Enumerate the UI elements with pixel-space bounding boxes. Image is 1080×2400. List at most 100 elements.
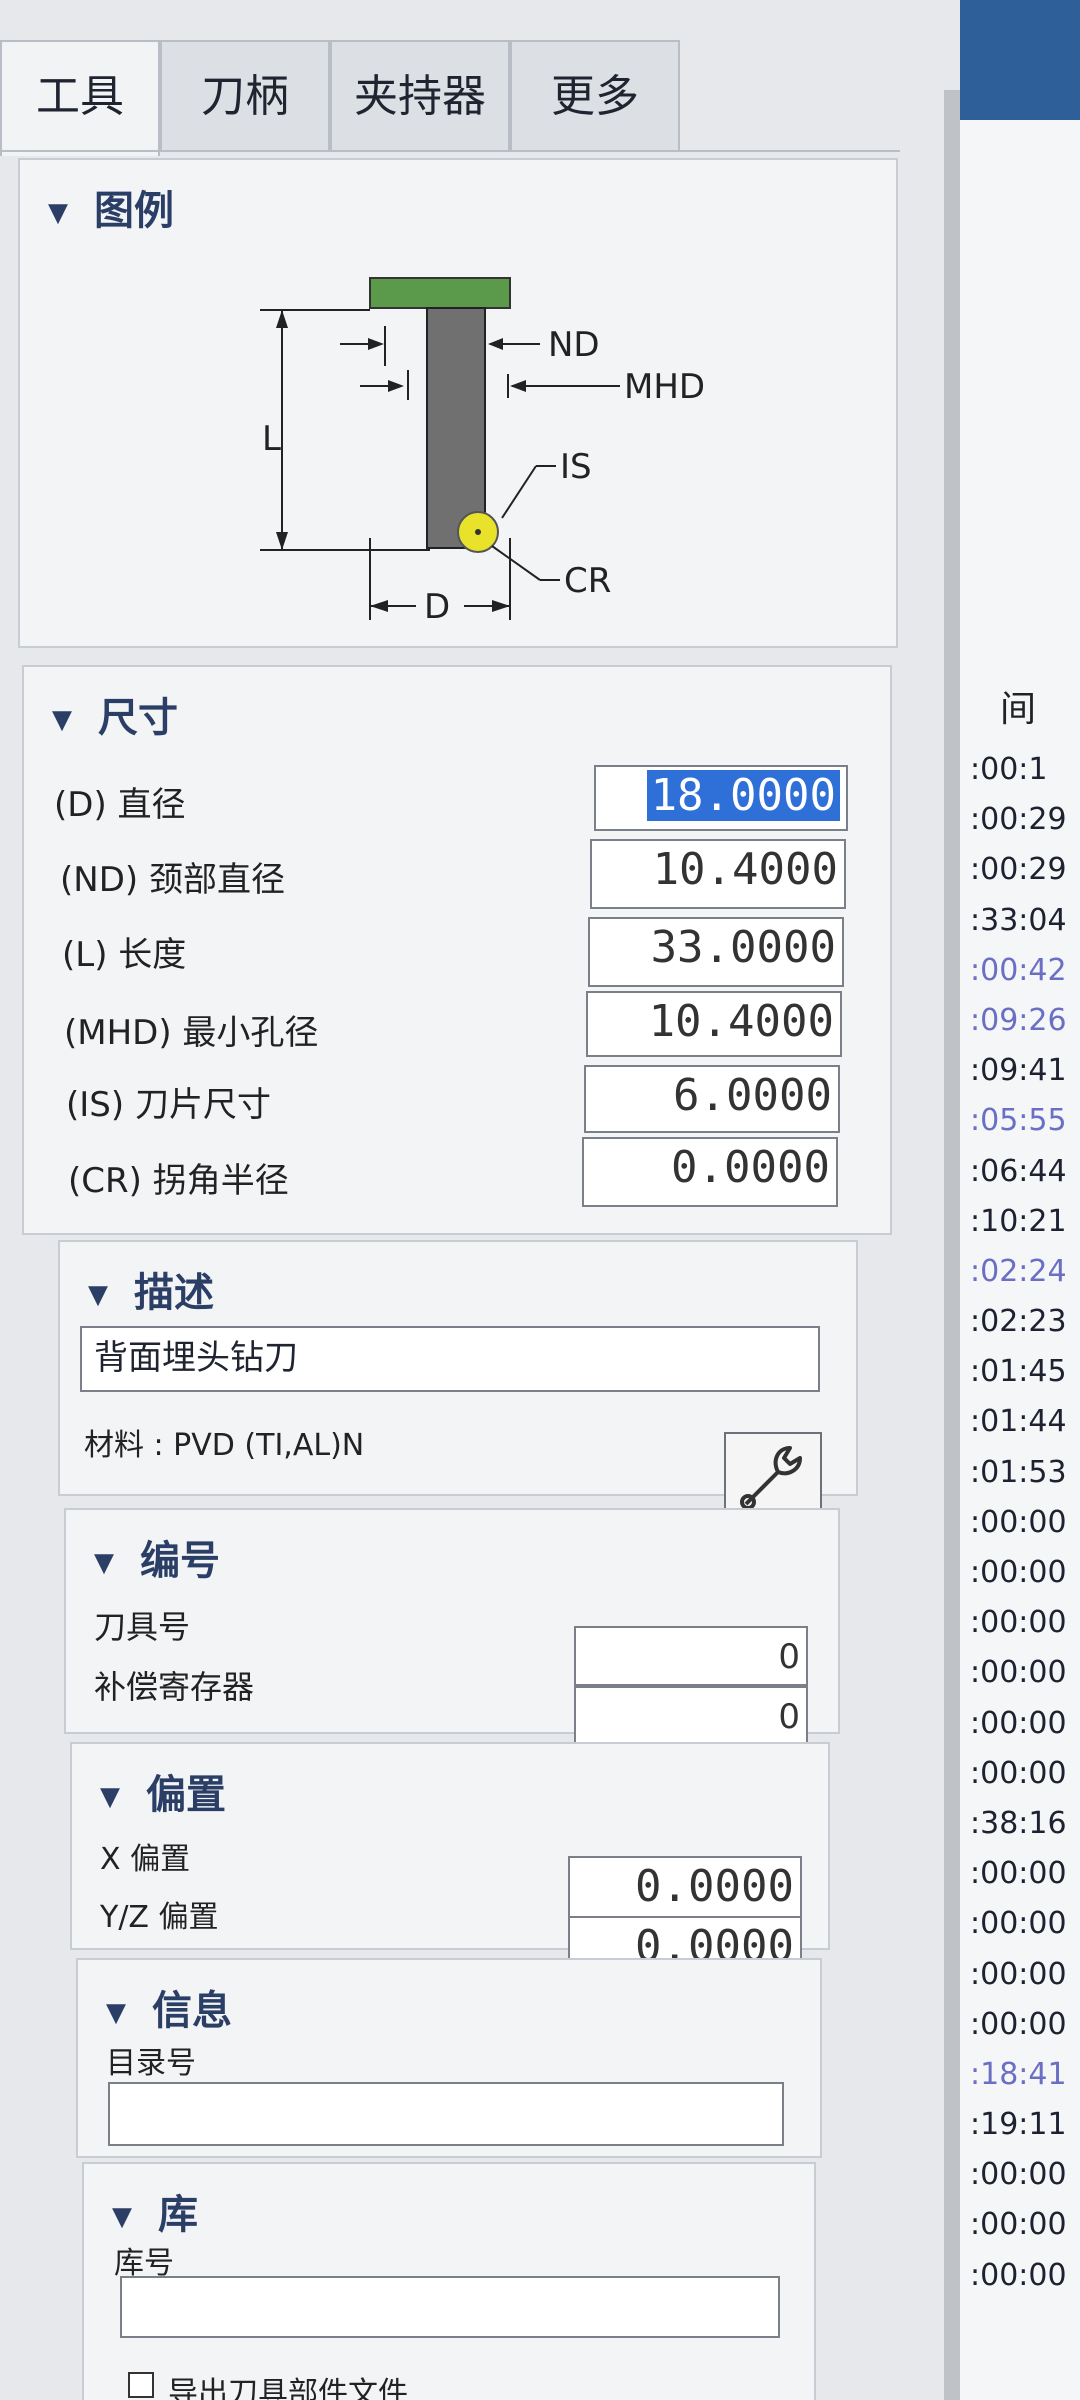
legend-title: 图例	[94, 188, 174, 234]
tab-tool[interactable]: 工具	[0, 40, 160, 156]
tool-number-field[interactable]: 0	[574, 1626, 808, 1686]
nd-left-arrow	[368, 338, 384, 350]
export-tool-part-checkbox[interactable]	[128, 2372, 154, 2398]
comp-register-label: 补偿寄存器	[94, 1668, 255, 1706]
background-time-cell: :00:00	[970, 1856, 1067, 1892]
background-time-cell: :00:00	[970, 1605, 1067, 1641]
background-time-cell: :00:00	[970, 1956, 1067, 1992]
background-time-cell: :00:00	[970, 1655, 1067, 1691]
x-offset-label: X 偏置	[100, 1842, 191, 1877]
background-time-cell: :00:00	[970, 2257, 1067, 2293]
yz-offset-label: Y/Z 偏置	[100, 1900, 219, 1935]
background-time-cell: :02:24	[970, 1253, 1067, 1289]
background-time-cell: :38:16	[970, 1805, 1067, 1841]
insert-size-label: (IS) 刀片尺寸	[66, 1085, 271, 1125]
dimensions-section: ▼ 尺寸 (D) 直径 18.0000 (ND) 颈部直径 10.4000 (L)…	[22, 665, 892, 1235]
corner-radius-label: (CR) 拐角半径	[68, 1161, 289, 1201]
l-arrow-bottom	[276, 532, 288, 550]
background-time-cell: :00:00	[970, 2157, 1067, 2193]
info-section: ▼ 信息 目录号	[76, 1958, 822, 2158]
background-time-cell: :19:11	[970, 2107, 1067, 2143]
tab-divider	[0, 150, 900, 152]
background-time-cell: :05:55	[970, 1103, 1067, 1139]
numbering-header[interactable]: ▼ 编号	[94, 1528, 220, 1586]
length-label: (L) 长度	[62, 935, 187, 975]
dimensions-title: 尺寸	[98, 695, 178, 741]
background-time-cell: :10:21	[970, 1203, 1067, 1239]
collapse-arrow-icon: ▼	[52, 705, 72, 735]
library-header[interactable]: ▼ 库	[112, 2182, 198, 2240]
background-time-cell: :00:00	[970, 1906, 1067, 1942]
background-time-list: :00:1:00:29:00:29:33:04:00:42:09:26:09:4…	[970, 745, 1080, 2301]
library-section: ▼ 库 库号 导出刀具部件文件	[82, 2162, 816, 2400]
label-mhd: MHD	[624, 367, 705, 407]
is-leader	[501, 465, 537, 519]
label-d: D	[424, 587, 450, 627]
background-time-cell: :01:45	[970, 1354, 1067, 1390]
material-label: 材料 : PVD (TI,AL)N	[84, 1428, 365, 1463]
collapse-arrow-icon: ▼	[94, 1548, 114, 1578]
corner-radius-field[interactable]: 0.0000	[582, 1137, 838, 1207]
catalog-number-input[interactable]	[108, 2082, 784, 2146]
legend-header[interactable]: ▼ 图例	[48, 178, 174, 236]
background-column-header: 间	[1000, 689, 1037, 730]
mhd-left-arrow	[388, 380, 404, 392]
insert-size-field[interactable]: 6.0000	[584, 1065, 840, 1133]
collapse-arrow-icon: ▼	[106, 1998, 126, 2028]
library-number-input[interactable]	[120, 2276, 780, 2338]
length-field[interactable]: 33.0000	[588, 917, 844, 987]
comp-register-field[interactable]: 0	[574, 1686, 808, 1746]
tool-number-label: 刀具号	[94, 1608, 191, 1646]
background-time-cell: :00:1	[970, 752, 1048, 787]
label-nd: ND	[548, 325, 600, 365]
collapse-arrow-icon: ▼	[100, 1782, 120, 1812]
background-time-cell: :00:00	[970, 2207, 1067, 2243]
label-cr: CR	[564, 561, 611, 601]
background-time-cell: :33:04	[970, 902, 1067, 938]
numbering-title: 编号	[140, 1538, 220, 1584]
tab-holder[interactable]: 刀柄	[160, 40, 330, 150]
tool-definition-panel: 工具 刀柄 夹持器 更多 ▼ 图例 L ND MHD IS CR D ▼ 尺寸 …	[0, 0, 960, 2400]
diameter-field[interactable]: 18.0000	[594, 765, 848, 831]
description-header[interactable]: ▼ 描述	[88, 1260, 214, 1318]
tab-clamp[interactable]: 夹持器	[330, 40, 510, 150]
tool-diagram: L ND MHD IS CR D	[260, 277, 705, 627]
mhd-right-arrow	[510, 380, 526, 392]
info-header[interactable]: ▼ 信息	[106, 1978, 232, 2036]
neck-diameter-label: (ND) 颈部直径	[60, 860, 285, 900]
background-window-titlebar	[960, 0, 1080, 120]
background-time-cell: :06:44	[970, 1153, 1067, 1189]
tab-bar: 工具 刀柄 夹持器 更多	[0, 40, 900, 156]
diameter-label: (D) 直径	[54, 785, 186, 825]
description-title: 描述	[134, 1270, 214, 1316]
cr-leader	[491, 545, 541, 581]
background-time-cell: :00:00	[970, 1705, 1067, 1741]
nd-right-arrow	[488, 338, 503, 350]
background-time-cell: :00:42	[970, 952, 1067, 988]
description-input[interactable]: 背面埋头钻刀	[80, 1326, 820, 1392]
description-section: ▼ 描述 背面埋头钻刀 材料 : PVD (TI,AL)N	[58, 1240, 858, 1524]
background-time-cell: :00:29	[970, 852, 1067, 888]
library-title: 库	[158, 2192, 198, 2238]
info-title: 信息	[152, 1988, 232, 2034]
catalog-number-label: 目录号	[106, 2046, 196, 2081]
neck-diameter-field[interactable]: 10.4000	[590, 839, 846, 909]
x-offset-field[interactable]: 0.0000	[568, 1856, 802, 1918]
d-arrow-left	[370, 600, 388, 612]
background-time-cell: :09:26	[970, 1002, 1067, 1038]
tab-more[interactable]: 更多	[510, 40, 680, 150]
collapse-arrow-icon: ▼	[112, 2202, 132, 2232]
insert-center	[475, 529, 481, 535]
background-time-cell: :02:23	[970, 1304, 1067, 1340]
background-time-cell: :00:29	[970, 802, 1067, 838]
l-arrow-top	[276, 310, 288, 328]
background-time-cell: :00:00	[970, 1504, 1067, 1540]
min-hole-diameter-field[interactable]: 10.4000	[586, 991, 842, 1057]
collapse-arrow-icon: ▼	[88, 1280, 108, 1310]
min-hole-diameter-label: (MHD) 最小孔径	[64, 1013, 319, 1053]
offset-header[interactable]: ▼ 偏置	[100, 1762, 226, 1820]
diameter-value: 18.0000	[646, 770, 840, 821]
background-time-cell: :01:44	[970, 1404, 1067, 1440]
background-time-cell: :01:53	[970, 1454, 1067, 1490]
dimensions-header[interactable]: ▼ 尺寸	[52, 685, 178, 743]
